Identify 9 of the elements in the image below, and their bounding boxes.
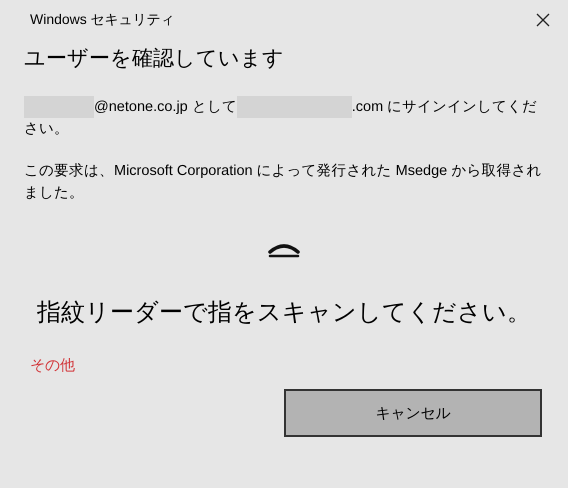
close-icon[interactable]	[536, 13, 550, 27]
sign-in-text: @netone.co.jp として .com にサインインしてください。	[24, 96, 546, 140]
fingerprint-reader-icon	[266, 244, 302, 258]
dialog-heading: ユーザーを確認しています	[24, 46, 285, 72]
cancel-button[interactable]: キャンセル	[284, 389, 542, 437]
window-title: Windows セキュリティ	[30, 11, 175, 29]
scan-prompt: 指紋リーダーで指をスキャンしてください。	[36, 298, 532, 328]
more-options-link[interactable]: その他	[30, 356, 75, 375]
request-text: この要求は、Microsoft Corporation によって発行された Msedge から取得されました。	[24, 162, 542, 203]
